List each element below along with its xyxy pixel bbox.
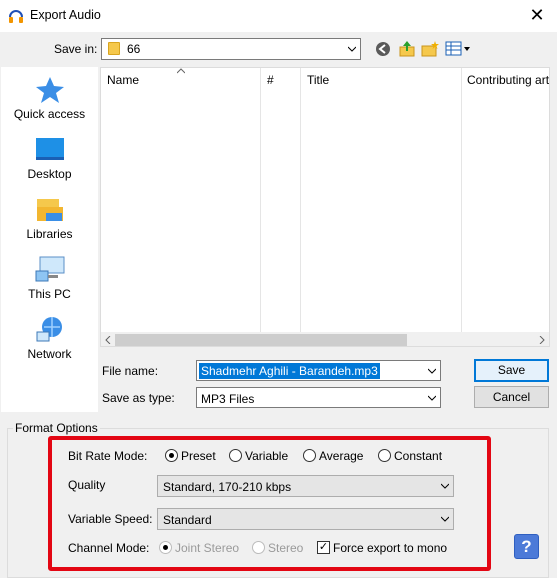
horizontal-scrollbar[interactable] [101,332,549,346]
bit-rate-mode-label: Bit Rate Mode: [68,449,148,463]
radio-label: Stereo [268,541,304,555]
force-mono-checkbox[interactable]: ✓ Force export to mono [317,540,457,556]
radio-indicator [159,541,172,554]
network-icon [36,317,62,342]
save-in-value: 66 [127,42,141,56]
back-icon[interactable] [375,41,391,57]
save-button[interactable]: Save [474,359,549,382]
place-network[interactable]: Network [1,315,98,373]
radio-joint-stereo[interactable]: Joint Stereo [159,540,249,556]
checkbox-label: Force export to mono [333,541,448,555]
radio-constant[interactable]: Constant [378,448,448,464]
place-libraries[interactable]: Libraries [1,195,98,253]
view-menu-icon[interactable] [445,40,471,58]
folder-icon [108,42,120,55]
radio-label: Variable [245,449,289,463]
scroll-left-icon[interactable] [104,336,112,344]
variable-speed-value: Standard [163,513,212,527]
radio-indicator [252,541,265,554]
help-icon[interactable]: ? [514,534,539,559]
variable-speed-select[interactable]: Standard [157,508,454,530]
cancel-button[interactable]: Cancel [474,386,549,408]
quality-label: Quality [68,478,106,492]
column-header-name[interactable]: Name [107,68,139,92]
chevron-down-icon [441,483,449,489]
radio-indicator [303,449,316,462]
radio-label: Joint Stereo [175,541,240,555]
libraries-icon [37,199,63,221]
chevron-down-icon [441,516,449,522]
save-as-type-label: Save as type: [102,391,175,405]
file-name-label: File name: [102,364,159,378]
scroll-right-icon[interactable] [538,336,546,344]
place-desktop[interactable]: Desktop [1,135,98,193]
place-label: Libraries [26,227,73,241]
radio-indicator [165,449,178,462]
variable-speed-label: Variable Speed: [68,512,153,526]
places-bar: Quick access Desktop Libraries This PC N… [1,67,98,412]
format-options-title: Format Options [13,421,100,435]
file-name-input[interactable]: Shadmehr Aghili - Barandeh.mp3 [196,360,441,381]
checkmark-icon: ✓ [317,541,330,554]
desktop-icon [36,138,64,160]
close-icon[interactable]: ✕ [527,5,547,25]
quick-access-icon [36,77,64,103]
save-in-combo[interactable]: 66 [101,38,361,60]
chevron-down-icon [428,395,436,401]
quality-value: Standard, 170-210 kbps [163,480,292,494]
column-header-contributing-artist[interactable]: Contributing art [467,68,549,92]
new-folder-icon[interactable] [421,40,439,58]
chevron-down-icon[interactable] [428,367,436,375]
place-quick-access[interactable]: Quick access [1,75,98,133]
scrollbar-thumb[interactable] [115,334,407,346]
radio-preset[interactable]: Preset [165,448,225,464]
sort-ascending-icon [177,68,185,74]
column-separator [300,68,301,332]
radio-label: Preset [181,449,216,463]
radio-average[interactable]: Average [303,448,373,464]
place-label: Quick access [13,107,86,121]
window-title: Export Audio [30,8,101,22]
radio-label: Constant [394,449,443,463]
column-separator [461,68,462,332]
save-as-type-value: MP3 Files [201,392,255,406]
this-pc-icon [35,256,65,282]
channel-mode-label: Channel Mode: [68,541,150,555]
radio-label: Average [319,449,364,463]
radio-stereo[interactable]: Stereo [252,540,312,556]
place-label: Desktop [27,167,72,181]
up-folder-icon[interactable] [398,40,416,58]
save-as-type-select[interactable]: MP3 Files [196,387,441,408]
radio-variable[interactable]: Variable [229,448,299,464]
column-separator [260,68,261,332]
radio-indicator [378,449,391,462]
column-header-title[interactable]: Title [307,68,329,92]
chevron-down-icon [348,46,356,52]
file-name-value: Shadmehr Aghili - Barandeh.mp3 [199,363,380,379]
place-label: Network [27,347,72,361]
place-label: This PC [28,287,71,301]
place-this-pc[interactable]: This PC [1,255,98,313]
file-list[interactable]: Name # Title Contributing art [100,67,550,347]
column-header-number[interactable]: # [267,68,274,92]
quality-select[interactable]: Standard, 170-210 kbps [157,475,454,497]
save-in-label: Save in: [54,42,98,56]
radio-indicator [229,449,242,462]
audacity-app-icon [9,10,23,23]
